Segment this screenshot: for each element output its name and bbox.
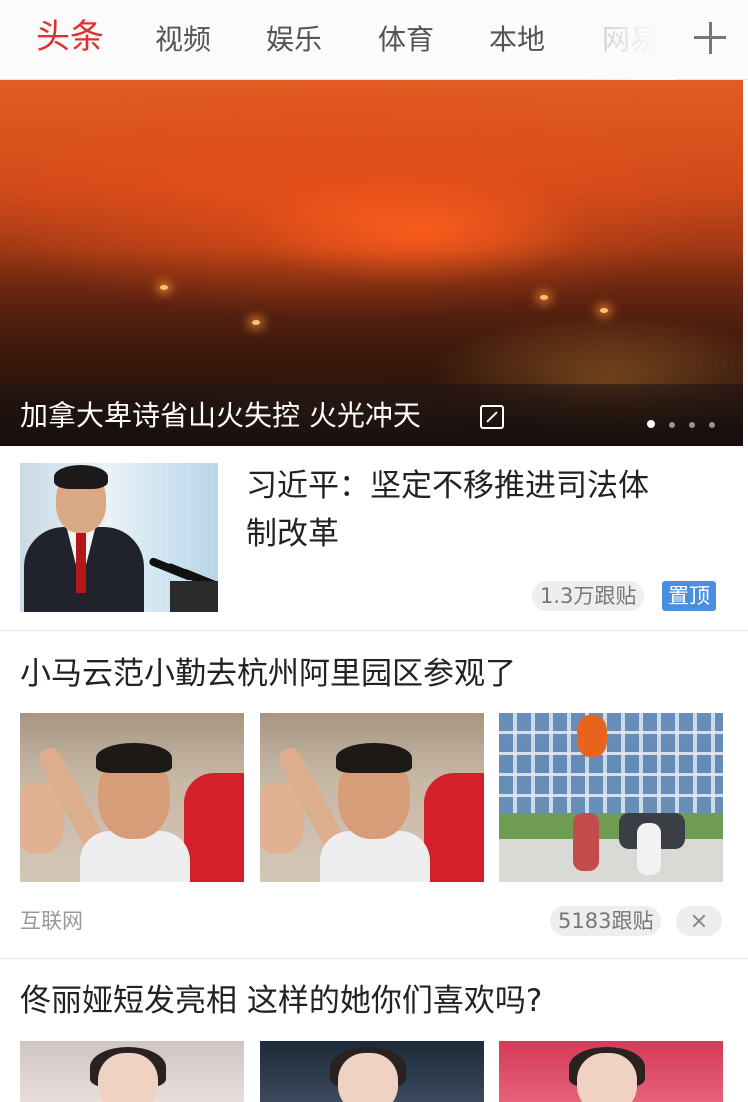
hero-carousel[interactable]: 加拿大卑诗省山火失控 火光冲天 [0, 80, 743, 446]
tab-fade-mask [585, 0, 675, 80]
img-boy-hair [336, 743, 412, 773]
article-image-1[interactable] [20, 713, 244, 882]
article-thumbnail[interactable] [20, 463, 218, 612]
article-image-2[interactable] [260, 1041, 484, 1102]
fire-spot [160, 285, 168, 290]
fire-spot [600, 308, 608, 313]
comment-count: 5183跟贴 [550, 906, 662, 936]
thumb-figure-hair [54, 465, 108, 489]
carousel-dot [688, 422, 695, 428]
img-face [98, 1053, 158, 1102]
img-person-red [424, 773, 484, 882]
carousel-dot [709, 422, 715, 428]
carousel-indicator [638, 413, 715, 428]
img-mascot [577, 715, 607, 757]
img-road [499, 839, 723, 882]
article-title-line1[interactable]: 习近平：坚定不移推进司法体 [246, 462, 649, 510]
fire-spot [540, 295, 548, 300]
hero-caption[interactable]: 加拿大卑诗省山火失控 火光冲天 [20, 396, 421, 436]
img-boy-hair [96, 743, 172, 773]
article-title-line2[interactable]: 制改革 [246, 510, 339, 558]
img-person [573, 813, 599, 871]
tab-headlines[interactable]: 头条 [36, 15, 104, 59]
gallery-icon [480, 405, 504, 429]
comment-count: 1.3万跟贴 [532, 581, 645, 611]
article-image-1[interactable] [20, 1041, 244, 1102]
article-title[interactable]: 佟丽娅短发亮相 这样的她你们喜欢吗? [20, 977, 542, 1025]
img-person [637, 823, 661, 875]
thumb-figure-tie [76, 533, 86, 593]
article-image-3[interactable] [499, 713, 723, 882]
carousel-dot-active [646, 420, 655, 428]
add-channel-icon[interactable] [694, 22, 726, 54]
carousel-dot [668, 422, 675, 428]
pinned-badge: 置顶 [662, 581, 716, 611]
dismiss-icon[interactable] [676, 906, 722, 936]
article-title[interactable]: 小马云范小勤去杭州阿里园区参观了 [20, 650, 516, 698]
img-lawn [499, 813, 723, 839]
tab-video[interactable]: 视频 [155, 18, 211, 62]
tab-sports[interactable]: 体育 [378, 18, 434, 62]
divider [0, 630, 748, 631]
img-building [499, 713, 723, 813]
article-image-2[interactable] [260, 713, 484, 882]
img-person-red [184, 773, 244, 882]
img-face [338, 1053, 398, 1102]
fire-spot [252, 320, 260, 325]
podium [170, 581, 218, 612]
tab-entertainment[interactable]: 娱乐 [266, 18, 322, 62]
article-image-3[interactable] [499, 1041, 723, 1102]
img-face [577, 1053, 637, 1102]
article-source: 互联网 [20, 909, 83, 933]
divider [0, 958, 748, 959]
tab-local[interactable]: 本地 [489, 18, 545, 62]
channel-tab-bar: 头条 视频 娱乐 体育 本地 网易 [0, 0, 748, 80]
